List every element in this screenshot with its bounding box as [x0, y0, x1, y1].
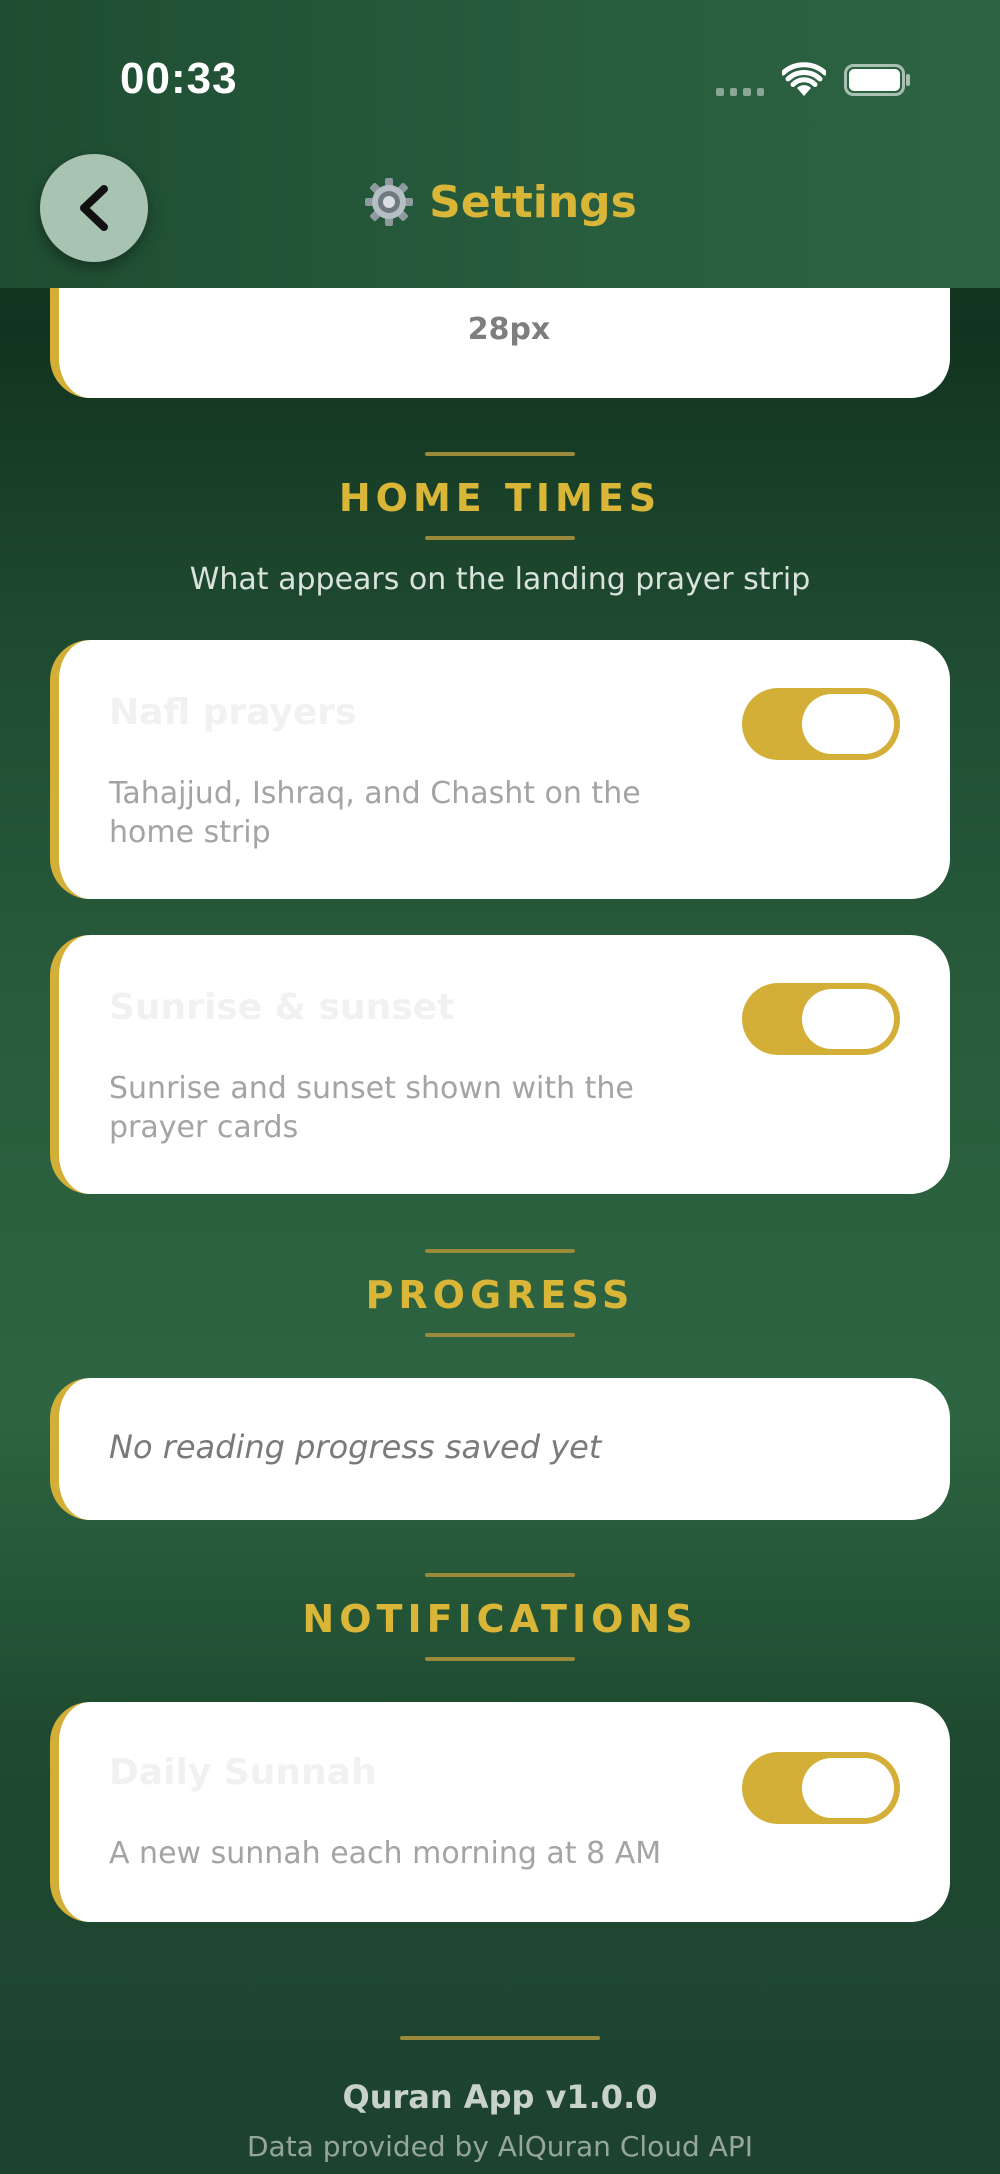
toggle-knob: [802, 1758, 894, 1818]
divider: [425, 1657, 575, 1661]
toggle-knob: [802, 989, 894, 1049]
daily-sunnah-toggle[interactable]: [742, 1752, 900, 1824]
divider: [425, 452, 575, 456]
top-bar: 00:33 Settings: [0, 0, 1000, 288]
home-times-header: HOME TIMES: [0, 452, 1000, 540]
divider: [425, 1573, 575, 1577]
font-size-value: 28px: [467, 312, 551, 347]
home-times-subtitle: What appears on the landing prayer strip: [189, 562, 811, 597]
divider: [425, 536, 575, 540]
daily-sunnah-title: Daily Sunnah: [109, 1752, 377, 1793]
divider: [425, 1333, 575, 1337]
nafl-prayers-title: Nafl prayers: [109, 692, 357, 733]
nafl-prayers-toggle[interactable]: [742, 688, 900, 760]
progress-heading: PROGRESS: [365, 1273, 635, 1317]
battery-icon: [844, 64, 910, 96]
nafl-prayers-description: Tahajjud, Ishraq, and Chasht on the home…: [109, 776, 641, 850]
sunrise-sunset-title: Sunrise & sunset: [109, 987, 455, 1028]
app-version: Quran App v1.0.0: [342, 2078, 658, 2116]
wifi-icon: [782, 62, 826, 96]
daily-sunnah-card[interactable]: Daily Sunnah A new sunnah each morning a…: [50, 1702, 950, 1922]
sunrise-sunset-card[interactable]: Sunrise & sunset Sunrise and sunset show…: [50, 935, 950, 1194]
status-time: 00:33: [120, 54, 238, 103]
gear-icon: [365, 178, 414, 226]
footer-divider: [400, 2036, 600, 2040]
notifications-heading: NOTIFICATIONS: [302, 1597, 698, 1641]
divider: [425, 1249, 575, 1253]
page-title: Settings: [429, 176, 637, 228]
sunrise-sunset-description: Sunrise and sunset shown with the prayer…: [109, 1071, 634, 1145]
progress-empty-message: No reading progress saved yet: [109, 1428, 602, 1466]
signal-icon: [716, 88, 764, 96]
progress-card: No reading progress saved yet: [50, 1378, 950, 1520]
progress-header: PROGRESS: [0, 1249, 1000, 1337]
page-title-group: Settings: [0, 176, 1000, 228]
daily-sunnah-description: A new sunnah each morning at 8 AM: [109, 1836, 662, 1871]
home-times-heading: HOME TIMES: [338, 476, 662, 520]
notifications-header: NOTIFICATIONS: [0, 1573, 1000, 1661]
data-credit: Data provided by AlQuran Cloud API: [246, 2130, 754, 2163]
nafl-prayers-card[interactable]: Nafl prayers Tahajjud, Ishraq, and Chash…: [50, 640, 950, 899]
toggle-knob: [802, 694, 894, 754]
sunrise-sunset-toggle[interactable]: [742, 983, 900, 1055]
